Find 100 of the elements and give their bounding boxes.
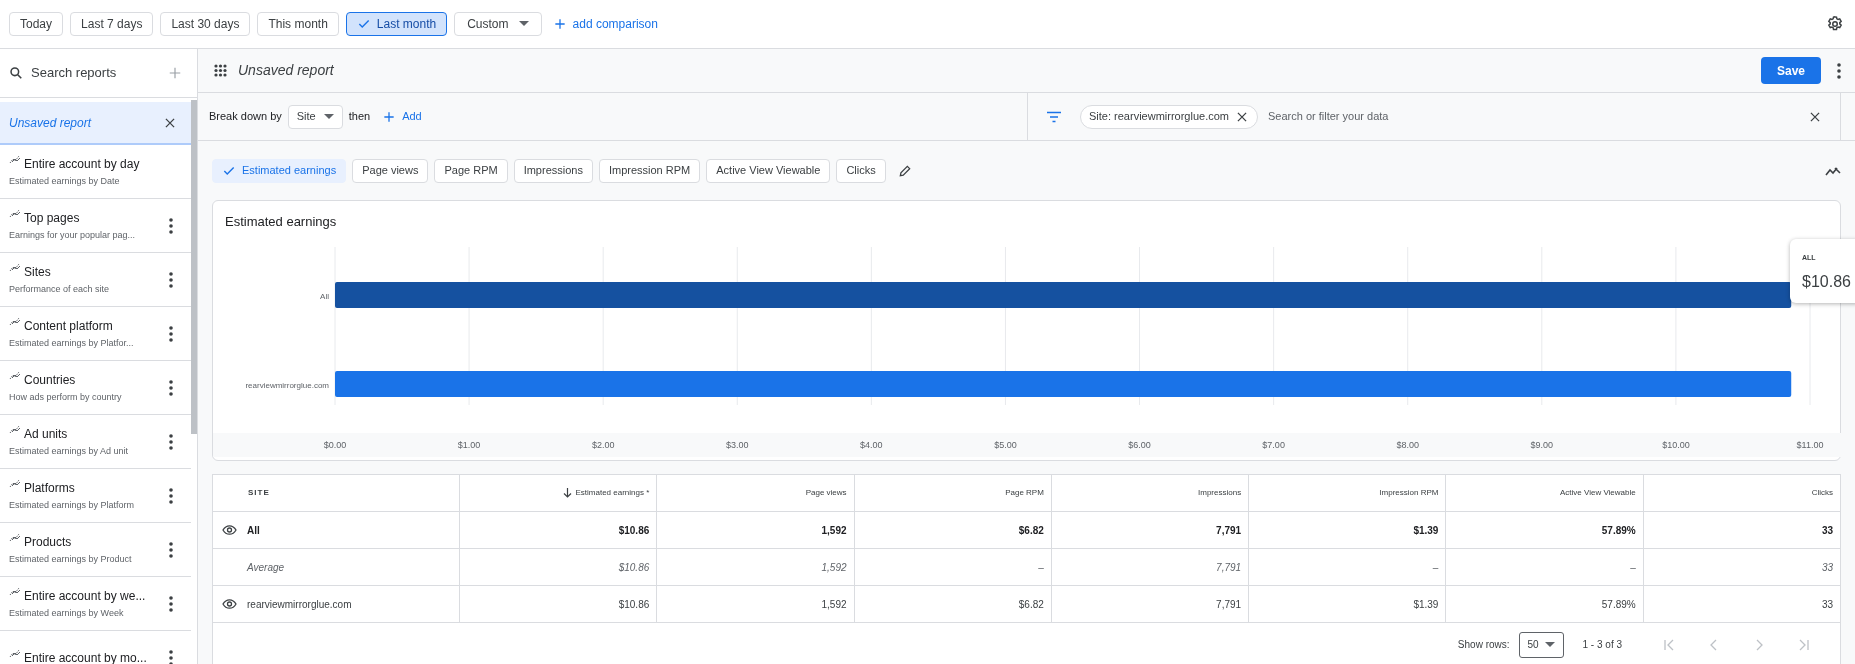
scrollbar[interactable]	[191, 100, 197, 434]
table-cell-text: 57.89%	[1601, 523, 1636, 538]
table-cell-text: Average	[247, 560, 285, 575]
axis-tick-label: $4.00	[860, 440, 883, 450]
date-range-button[interactable]: Last month	[345, 12, 448, 36]
apps-grid-icon[interactable]	[214, 64, 227, 77]
axis-tick-label: $8.00	[1396, 440, 1419, 450]
more-options-icon[interactable]	[169, 595, 173, 612]
table-cell-text: 7,791	[1216, 560, 1242, 575]
metric-chip[interactable]: Impression RPM	[598, 158, 701, 183]
table-cell-text: rearviewmirrorglue.com	[247, 597, 352, 612]
report-trend-icon	[9, 424, 21, 434]
settings-icon[interactable]	[1826, 15, 1844, 33]
report-trend-icon	[9, 586, 21, 596]
report-description: Earnings for your popular pag...	[9, 228, 136, 242]
report-title: Entire account by we...	[24, 587, 146, 605]
column-header[interactable]: Impression RPM	[1379, 487, 1439, 499]
table-cell-text: 1,592	[821, 523, 847, 538]
rows-per-page-dropdown[interactable]: 50	[1518, 631, 1564, 658]
column-header[interactable]: Estimated earnings *	[575, 487, 650, 499]
plus-icon	[552, 17, 567, 31]
column-header[interactable]: Impressions	[1198, 487, 1242, 499]
breakdown-label: Break down by	[209, 109, 282, 125]
table-cell-text: –	[1038, 560, 1044, 575]
column-header[interactable]: Active View Viewable	[1559, 487, 1636, 499]
caret-icon	[518, 21, 529, 27]
tooltip-value: $10.86	[1802, 271, 1852, 292]
axis-tick-label: $3.00	[726, 440, 749, 450]
more-options-icon[interactable]	[169, 271, 173, 288]
column-header[interactable]: Clicks	[1811, 487, 1833, 499]
filter-icon[interactable]	[1046, 110, 1062, 123]
date-range-button[interactable]: Today	[9, 12, 64, 36]
current-report-item[interactable]: Unsaved report	[0, 102, 191, 145]
table-cell-text: $1.39	[1413, 597, 1439, 612]
date-range-button[interactable]: Last 7 days	[70, 12, 154, 36]
metric-chip[interactable]: Estimated earnings	[212, 158, 347, 183]
report-title: Unsaved report	[238, 61, 334, 80]
table-cell-text: –	[1630, 560, 1636, 575]
table-cell-text: 33	[1821, 523, 1833, 538]
metric-chip[interactable]: Active View Viewable	[706, 158, 831, 183]
add-comparison-link[interactable]: add comparison	[552, 15, 658, 33]
metric-chip[interactable]: Impressions	[513, 158, 593, 183]
dimension-dropdown[interactable]: Site	[287, 104, 343, 129]
sort-descending-icon[interactable]	[563, 488, 573, 498]
more-options-icon[interactable]	[169, 541, 173, 558]
filter-chip[interactable]: Site: rearviewmirrorglue.com	[1080, 104, 1258, 129]
more-options-icon[interactable]	[169, 217, 173, 234]
custom-dropdown[interactable]: Custom	[454, 12, 542, 36]
eye-icon[interactable]	[222, 599, 237, 609]
show-rows-label: Show rows:	[1457, 638, 1510, 652]
add-breakdown-link[interactable]: Add	[382, 108, 422, 125]
table-cell-text: $6.82	[1018, 597, 1044, 612]
report-description: Estimated earnings by Date	[9, 174, 121, 188]
trend-lines-icon[interactable]	[1825, 165, 1841, 176]
pencil-icon[interactable]	[897, 163, 912, 178]
report-description: How ads perform by country	[9, 390, 122, 404]
search-icon	[9, 66, 23, 80]
report-description: Performance of each site	[9, 282, 110, 296]
metric-chip[interactable]: Clicks	[836, 158, 886, 183]
column-header[interactable]: SITE	[248, 487, 270, 499]
axis-tick-label: $5.00	[994, 440, 1017, 450]
report-title: Entire account by mo...	[24, 649, 147, 664]
axis-tick-label: $9.00	[1530, 440, 1554, 450]
eye-icon[interactable]	[222, 525, 237, 535]
more-options-icon[interactable]	[169, 487, 173, 504]
table-cell-text: $6.82	[1018, 523, 1044, 538]
report-title: Content platform	[24, 317, 113, 335]
report-trend-icon	[9, 478, 21, 488]
more-options-icon[interactable]	[1837, 62, 1841, 79]
report-trend-icon	[9, 262, 21, 272]
report-description: Estimated earnings by Ad unit	[9, 444, 129, 458]
save-button[interactable]: Save	[1761, 57, 1821, 84]
more-options-icon[interactable]	[169, 649, 173, 664]
report-title: Entire account by day	[24, 155, 140, 173]
table-cell-text: –	[1432, 560, 1439, 575]
report-title: Platforms	[24, 479, 75, 497]
report-trend-icon	[9, 648, 21, 658]
axis-tick-label: $11.00	[1796, 440, 1824, 450]
report-trend-icon	[9, 154, 21, 164]
metric-chip[interactable]: Page RPM	[434, 158, 508, 183]
report-description: Estimated earnings by Platfor...	[9, 336, 134, 350]
more-options-icon[interactable]	[169, 379, 173, 396]
more-options-icon[interactable]	[169, 433, 173, 450]
check-icon	[356, 17, 371, 31]
table-cell-text: 7,791	[1216, 597, 1242, 612]
report-title: Sites	[24, 263, 51, 281]
page-range: 1 - 3 of 3	[1582, 638, 1622, 652]
filter-search-field[interactable]: Search or filter your data	[1268, 108, 1798, 125]
column-header[interactable]: Page views	[805, 487, 847, 499]
metric-chip[interactable]: Page views	[352, 158, 429, 183]
report-title: Unsaved report	[9, 114, 92, 132]
more-options-icon[interactable]	[169, 325, 173, 342]
date-range-button[interactable]: This month	[257, 12, 339, 36]
table-cell-text: All	[247, 523, 260, 538]
search-field[interactable]: Search reports	[31, 63, 160, 83]
axis-tick-label: $0.00	[323, 440, 347, 450]
column-header[interactable]: Page RPM	[1005, 487, 1044, 499]
date-range-button[interactable]: Last 30 days	[160, 12, 251, 36]
report-trend-icon	[9, 370, 21, 380]
category-label: rearviewmirrorglue.com	[245, 381, 329, 390]
